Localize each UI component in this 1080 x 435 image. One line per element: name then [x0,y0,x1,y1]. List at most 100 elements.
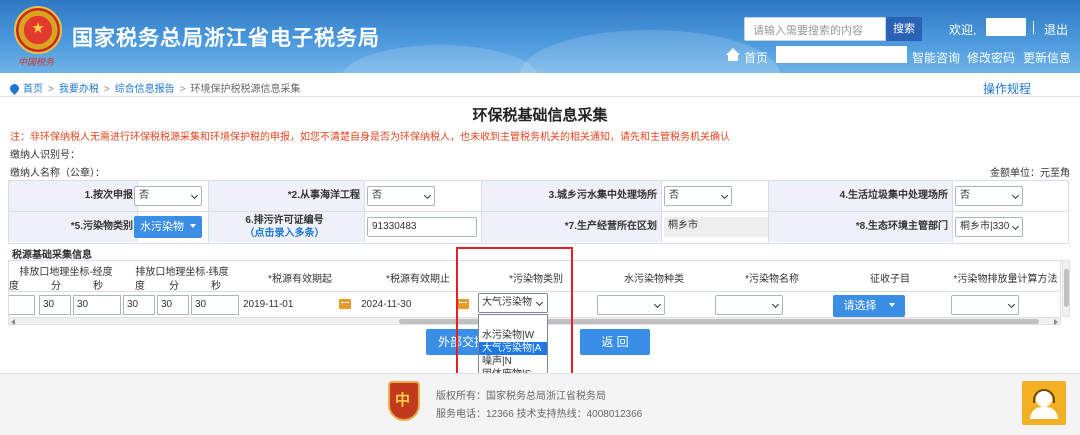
eco-bureau-label: *8.生态环境主管部门 [768,212,953,242]
welcome-text: 欢迎, [949,23,977,37]
page-title: 环保税基础信息采集 [472,107,608,124]
lat-group-header: 排放口地理坐标-纬度 [135,267,229,278]
back-button[interactable]: 返 回 [580,329,650,355]
footer-logo-glyph: 中 [395,392,411,409]
site-footer [0,373,1080,435]
taxpayer-id-label: 缴纳人识别号： [10,150,80,161]
marine-engineering-label: *2.从事海洋工程 [208,181,365,211]
start-date-value[interactable]: 2019-11-01 [243,299,323,310]
breadcrumb-info-report[interactable]: 综合信息报告 [115,84,175,95]
section-title: 税源基础采集信息 [12,250,92,261]
waste-site-select[interactable]: 否 [955,186,1023,206]
breadcrumb: 首页 > 我要办税 > 综合信息报告 > 环境保护税税源信息采集 [8,80,301,95]
waste-site-value: 否 [960,190,970,201]
home-icon[interactable] [726,48,740,62]
search-input[interactable]: 请输入需要搜索的内容 [744,17,886,41]
breadcrumb-divider [0,96,1080,97]
chevron-down-icon [771,300,780,309]
site-title[interactable]: 国家税务总局浙江省电子税务局 [72,22,380,52]
eco-bureau-select[interactable]: 桐乡市|330 [955,217,1023,237]
lon-degree-header: 度 [9,281,19,292]
lat-minute-header: 分 [169,281,179,292]
lat-degree-input[interactable]: 30 [123,295,155,315]
breadcrumb-separator: > [179,84,186,95]
lon-degree-input[interactable] [9,295,35,315]
calendar-icon[interactable] [339,299,351,309]
sewage-site-label: 3.城乡污水集中处理场所 [481,181,662,211]
scroll-right-icon[interactable] [1054,319,1058,325]
permit-number-text: 6.排污许可证编号 [245,215,324,226]
tax-emblem-icon[interactable] [14,6,62,54]
footer-copyright: 版权所有：国家税务总局浙江省税务局 [436,391,606,402]
breadcrumb-current: 环境保护税税源信息采集 [190,84,301,95]
lon-second-input[interactable]: 30 [73,295,121,315]
permit-number-input[interactable]: 91330483 [367,217,477,237]
site-header: 中国税务 国家税务总局浙江省电子税务局 请输入需要搜索的内容 搜索 欢迎, 退出… [0,0,1080,73]
lat-minute-input[interactable]: 30 [157,295,189,315]
change-password-link[interactable]: 修改密码 [967,49,1015,66]
redacted-info-box [776,46,907,63]
marine-engineering-value: 否 [372,190,382,201]
taxpayer-name-label: 缴纳人名称（公章）： [10,168,105,179]
scrollbar-thumb[interactable] [1064,269,1069,307]
search-button[interactable]: 搜索 [886,17,922,41]
cs-body-shape [1030,407,1058,419]
basic-info-table: 1.按次申报 否 *2.从事海洋工程 否 3.城乡污水集中处理场所 否 4.生活… [8,180,1069,244]
notice-text: 注：非环保纳税人无需进行环保税税源采集和环境保护税的申报，如您不清楚自身是否为环… [10,132,730,143]
lon-minute-input[interactable]: 30 [39,295,71,315]
lat-degree-header: 度 [135,281,145,292]
calc-method-header: *污染物排放量计算方法 [953,274,1058,285]
permit-number-label[interactable]: 6.排污许可证编号 （点击录入多条） [208,212,365,242]
scroll-left-icon[interactable] [11,319,15,325]
caret-down-icon [888,303,895,307]
water-pollutant-kind-select[interactable] [597,295,665,315]
chevron-down-icon [190,191,199,200]
calc-method-select[interactable] [951,295,1019,315]
vertical-scrollbar[interactable] [1062,260,1070,317]
pollutant-category-button[interactable]: 水污染物 [134,216,202,238]
header-signature: 中国税务 [18,58,55,68]
marine-engineering-select[interactable]: 否 [367,186,435,206]
breadcrumb-tax-handling[interactable]: 我要办税 [59,84,99,95]
header-divider [1033,21,1034,34]
footer-phone: 服务电话：12366 技术支持热线：4008012366 [436,409,643,420]
sewage-site-value: 否 [669,190,679,201]
update-info-link[interactable]: 更新信息 [1023,49,1071,66]
pollutant-category-label: *5.污染物类别 [9,212,138,242]
operating-area-label: *7.生产经营所在区划 [481,212,662,242]
customer-service-icon[interactable] [1022,381,1066,425]
chevron-down-icon [1011,191,1020,200]
permit-multi-entry-link[interactable]: （点击录入多条） [245,228,325,239]
lon-second-header: 秒 [93,281,103,292]
info-row-2: *5.污染物类别 水污染物 6.排污许可证编号 （点击录入多条） 91330483… [9,212,1068,243]
waste-site-label: 4.生活垃圾集中处理场所 [768,181,953,211]
tax-logo-icon: 中 [388,381,420,421]
end-date-value[interactable]: 2024-11-30 [361,299,441,310]
breadcrumb-home[interactable]: 首页 [23,84,43,95]
lat-second-input[interactable]: 30 [191,295,239,315]
per-filing-value: 否 [139,190,149,201]
pollutant-category-value: 水污染物 [140,221,184,233]
pollutant-name-header: *污染物名称 [745,274,799,285]
operation-rules-link[interactable]: 操作规程 [983,80,1031,97]
logout-link[interactable]: 退出 [1044,21,1068,38]
start-date-header: *税源有效期起 [268,274,332,285]
tax-item-select-button[interactable]: 请选择 [833,295,905,317]
eco-bureau-value: 桐乡市|330 [960,221,1010,232]
home-link[interactable]: 首页 [744,49,768,66]
caret-down-icon [190,224,196,228]
location-pin-icon [8,82,21,95]
water-pollutant-kind-header: 水污染物种类 [624,274,684,285]
operating-area-field: 桐乡市 [664,217,772,237]
per-filing-select[interactable]: 否 [134,186,202,206]
breadcrumb-separator: > [48,84,54,95]
sewage-site-select[interactable]: 否 [664,186,732,206]
headset-shape [1033,389,1055,403]
amount-unit: 金额单位：元至角 [990,168,1070,179]
smart-consult-link[interactable]: 智能咨询 [912,49,960,66]
username-redacted [986,18,1026,36]
lat-second-header: 秒 [211,281,221,292]
pollutant-name-select[interactable] [715,295,783,315]
chevron-down-icon [720,191,729,200]
chevron-down-icon [1011,222,1020,231]
